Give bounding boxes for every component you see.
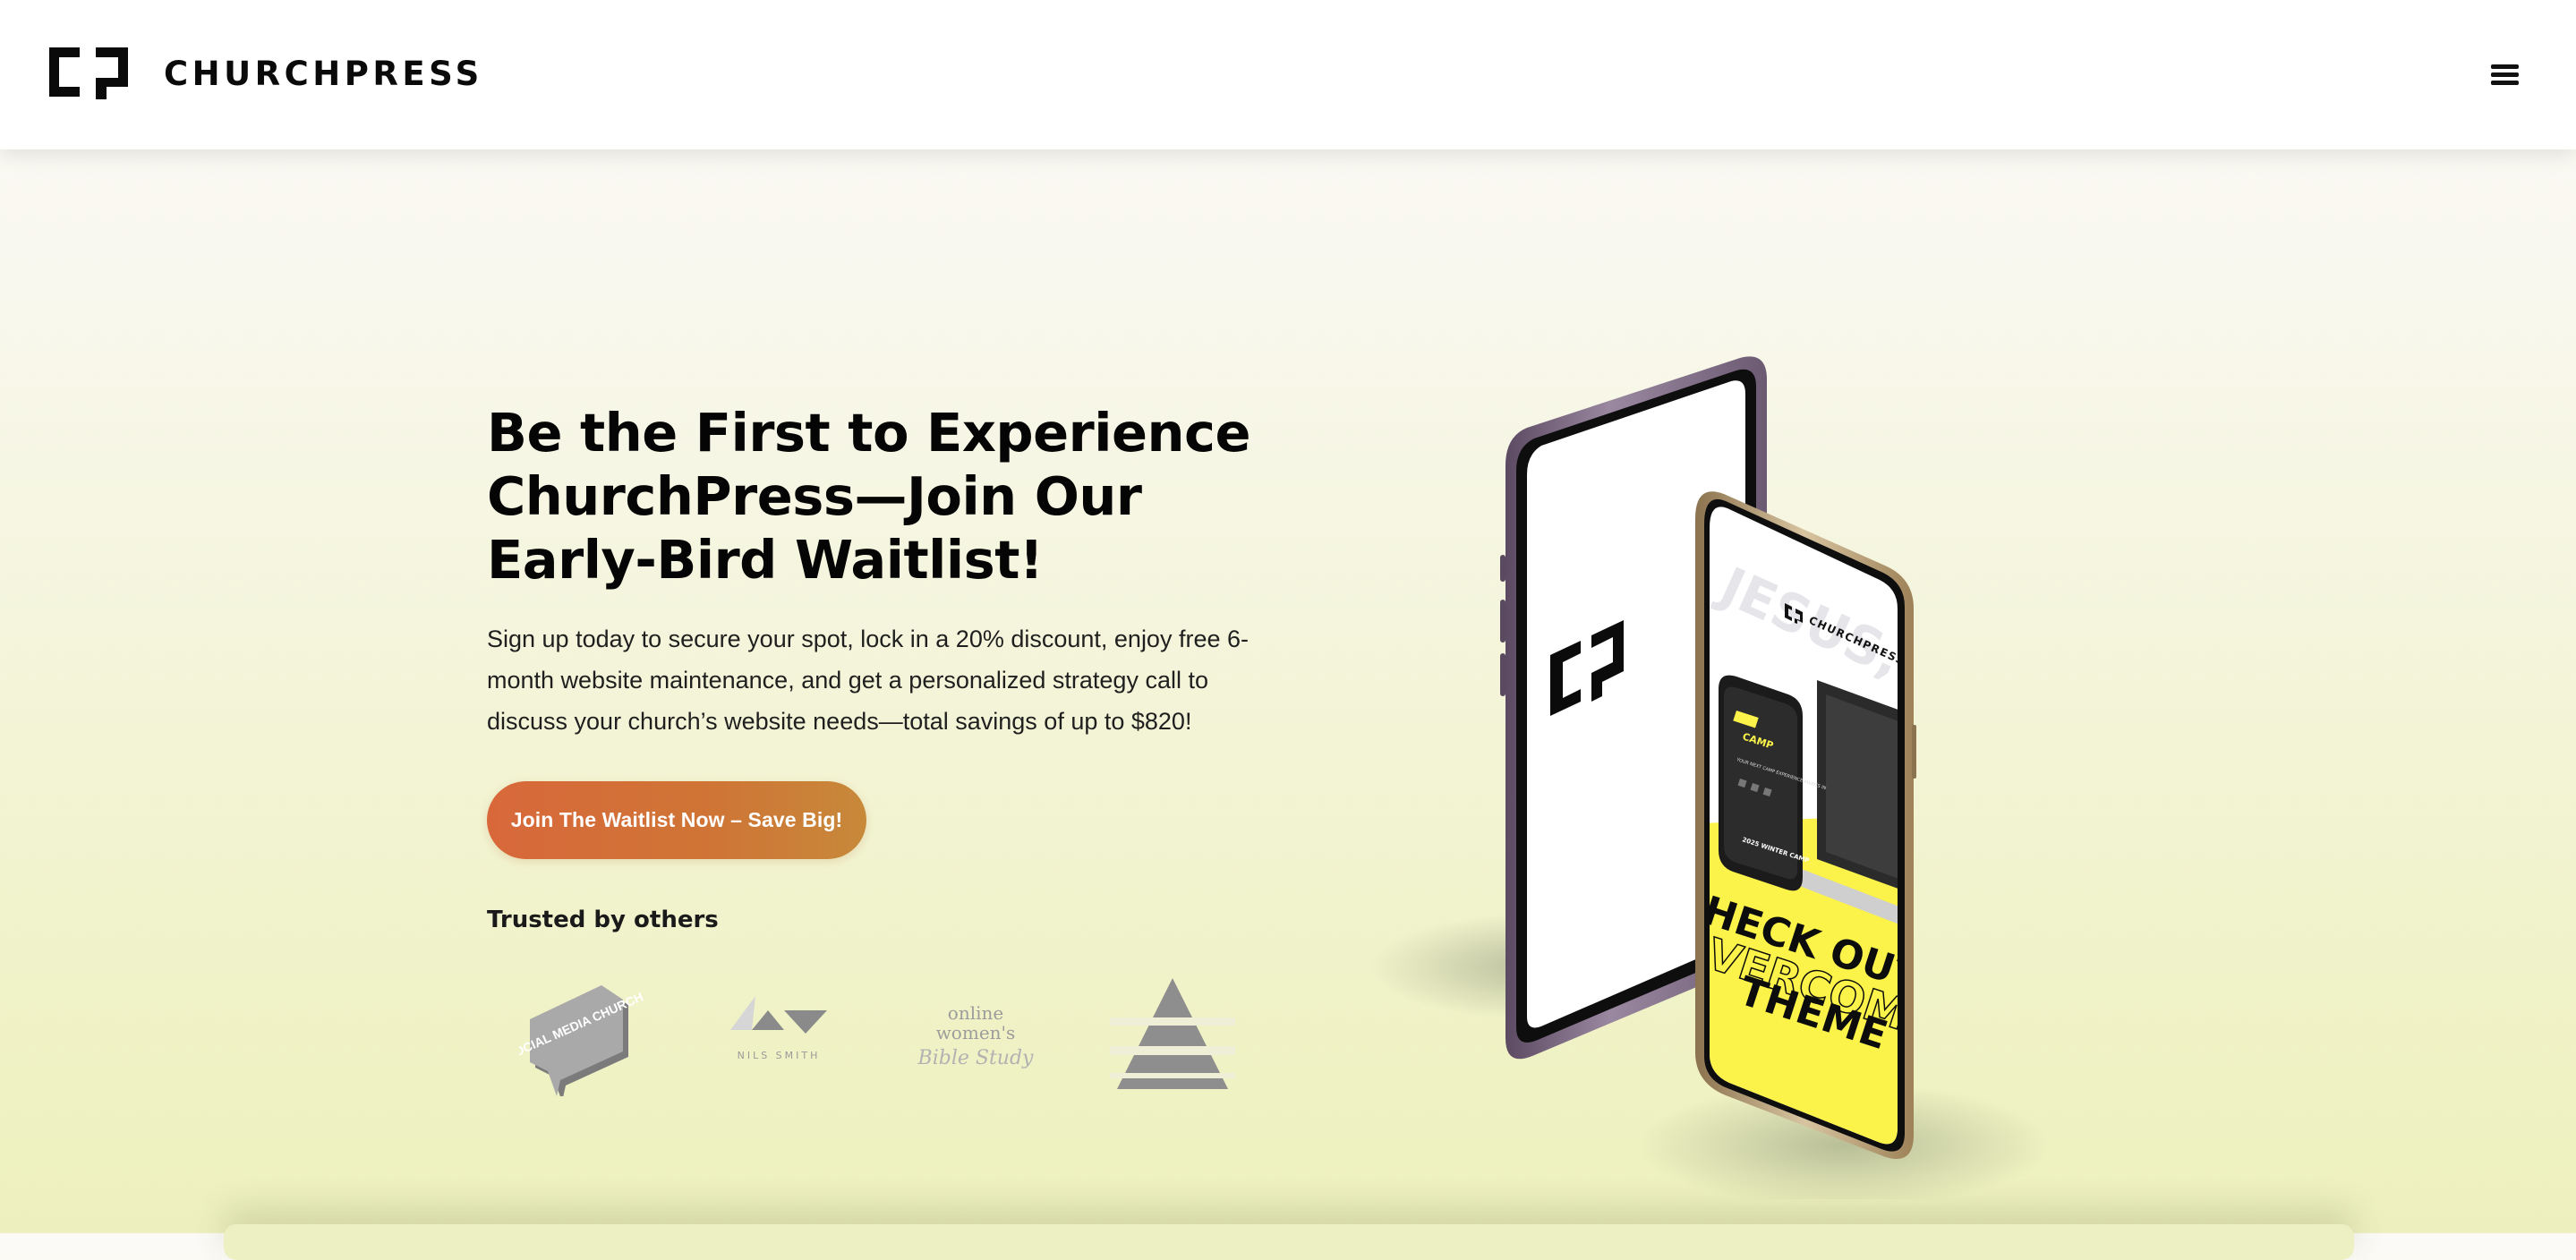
svg-text:NILS SMITH: NILS SMITH	[738, 1050, 821, 1061]
social-media-church-logo: SOCIAL MEDIA CHURCH	[519, 971, 644, 1096]
phones-illustration: JESUS, AND T CHURCHPRESS CAMP YOUR NEXT …	[1343, 340, 2059, 1199]
trusted-heading: Trusted by others	[487, 907, 719, 933]
join-waitlist-button[interactable]: Join The Waitlist Now – Save Big!	[487, 781, 866, 859]
hero-title: Be the First to Experience ChurchPress—J…	[487, 402, 1251, 591]
hamburger-menu-icon	[2491, 64, 2519, 69]
partner-logos: SOCIAL MEDIA CHURCH NILS SMITH online wo…	[519, 971, 1235, 1096]
svg-text:Bible Study: Bible Study	[917, 1047, 1034, 1069]
brand-name: CHURCHPRESS	[164, 54, 483, 93]
online-womens-bible-study-logo: online women's Bible Study	[913, 971, 1038, 1096]
site-header: CHURCHPRESS	[0, 0, 2576, 149]
hero-description: Sign up today to secure your spot, lock …	[487, 626, 1249, 735]
next-section-card	[224, 1224, 2354, 1260]
churchpress-bracket-icon	[49, 47, 128, 99]
svg-text:online: online	[948, 1002, 1003, 1024]
front-phone: JESUS, AND T CHURCHPRESS CAMP YOUR NEXT …	[1695, 491, 1916, 1159]
nils-smith-logo: NILS SMITH	[716, 971, 841, 1096]
hamburger-menu-button[interactable]	[2485, 57, 2526, 93]
churchpress-logo-link[interactable]: CHURCHPRESS	[49, 47, 483, 99]
triangle-a-logo	[1110, 971, 1235, 1096]
svg-text:women's: women's	[936, 1022, 1016, 1043]
